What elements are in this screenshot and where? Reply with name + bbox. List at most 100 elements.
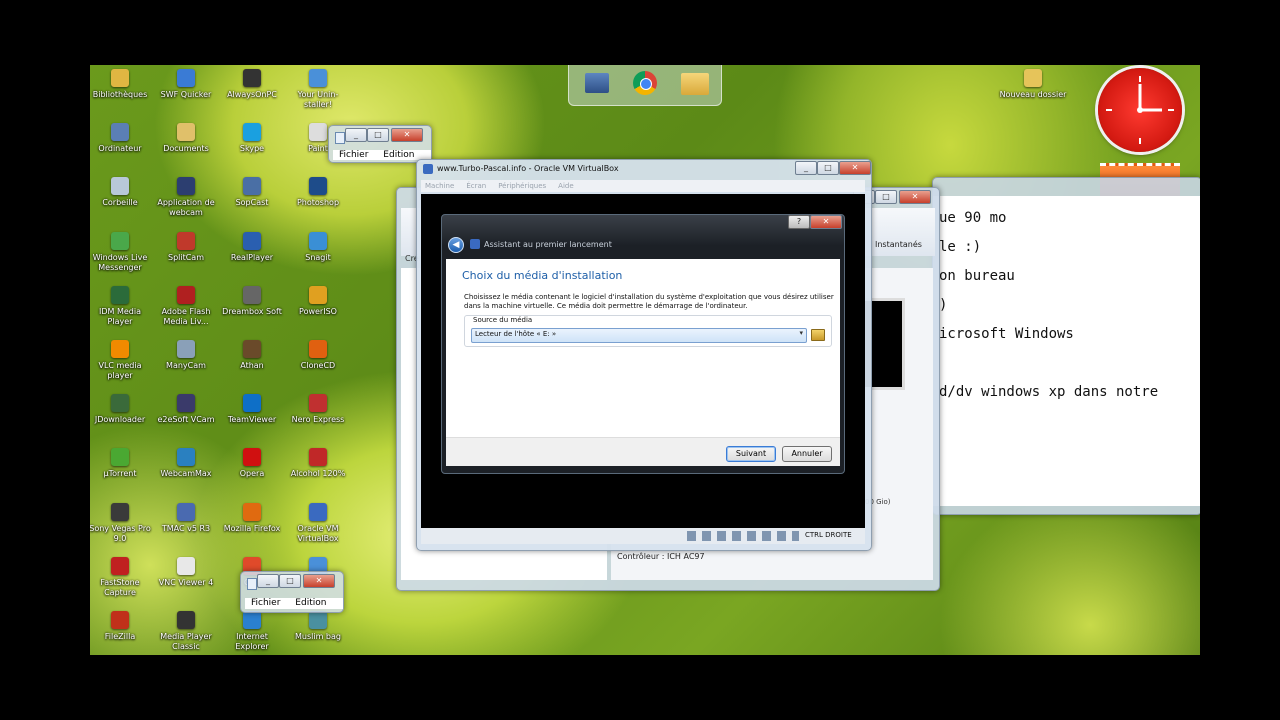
- minimize-button[interactable]: _: [257, 574, 279, 588]
- desktop-icon-label: Alcohol 120%: [290, 469, 346, 479]
- desktop-icon-label: Adobe Flash Media Liv...: [161, 306, 211, 326]
- desktop-icon[interactable]: PowerISO: [285, 285, 351, 317]
- desktop-icon[interactable]: IDM Media Player: [90, 285, 153, 327]
- desktop-icon-new-folder[interactable]: Nouveau dossier: [998, 69, 1068, 100]
- folder-icon[interactable]: [681, 73, 709, 95]
- help-button[interactable]: ?: [788, 215, 810, 229]
- desktop-icon[interactable]: JDownloader: [90, 394, 153, 425]
- snapshots-tab[interactable]: Instantanés: [875, 240, 922, 249]
- wizard-button-bar: Suivant Annuler: [446, 437, 840, 466]
- vm-window-title: www.Turbo-Pascal.info - Oracle VM Virtua…: [437, 164, 619, 173]
- app-icon: [243, 340, 261, 358]
- maximize-button[interactable]: □: [367, 128, 389, 142]
- vm-menu-item[interactable]: Aide: [558, 180, 573, 192]
- desktop-icon[interactable]: SopCast: [219, 177, 285, 208]
- desktop-icon[interactable]: Alcohol 120%: [285, 448, 351, 479]
- menu-file[interactable]: Fichier: [251, 598, 280, 609]
- desktop-icon[interactable]: Sony Vegas Pro 9.0: [90, 502, 153, 544]
- notepad-window-bottom[interactable]: _ □ ✕ Fichier Edition: [240, 571, 344, 613]
- desktop-icon[interactable]: Ordinateur: [90, 123, 153, 154]
- desktop-icon[interactable]: ManyCam: [153, 340, 219, 371]
- desktop-icon[interactable]: Media Player Classic: [153, 611, 219, 652]
- maximize-button[interactable]: □: [279, 574, 301, 588]
- desktop-icon[interactable]: FastStone Capture: [90, 556, 153, 598]
- maximize-button[interactable]: □: [875, 190, 897, 204]
- notepad-window-top[interactable]: _ □ ✕ Fichier Edition: [328, 125, 432, 163]
- desktop-icon[interactable]: SplitCam: [153, 231, 219, 263]
- app-icon: [309, 340, 327, 358]
- close-button[interactable]: ✕: [899, 190, 931, 204]
- menu-edit[interactable]: Edition: [295, 598, 326, 609]
- menu-edit[interactable]: Edition: [383, 150, 414, 160]
- app-icon: [177, 394, 195, 413]
- desktop-icon[interactable]: RealPlayer: [219, 231, 285, 263]
- desktop-icon[interactable]: WebcamMax: [153, 448, 219, 479]
- text-line: on bureau: [939, 268, 1015, 284]
- menu-file[interactable]: Fichier: [339, 150, 368, 160]
- desktop-icon[interactable]: VLC media player: [90, 340, 153, 381]
- close-button[interactable]: ✕: [303, 574, 335, 588]
- desktop-icon-label: Windows Live Messenger: [92, 252, 148, 272]
- desktop-icon[interactable]: VNC Viewer 4: [153, 556, 219, 588]
- desktop-icon-label: Athan: [240, 361, 264, 370]
- maximize-button[interactable]: □: [817, 161, 839, 175]
- notepad-menubar: Fichier Edition: [245, 598, 343, 609]
- minimize-button[interactable]: _: [345, 128, 367, 142]
- app-icon: [111, 177, 129, 196]
- desktop-icon[interactable]: Windows Live Messenger: [90, 231, 153, 273]
- vm-status-icons: [687, 531, 799, 541]
- close-button[interactable]: ✕: [839, 161, 871, 175]
- media-select[interactable]: Lecteur de l'hôte « E: » ▾: [471, 328, 807, 343]
- desktop-icon[interactable]: Muslim bag: [285, 611, 351, 642]
- desktop-icon[interactable]: Internet Explorer: [219, 611, 285, 652]
- close-button[interactable]: ✕: [391, 128, 423, 142]
- desktop-icon[interactable]: TMAC v5 R3: [153, 502, 219, 534]
- app-icon: [177, 177, 195, 196]
- desktop-icon[interactable]: Adobe Flash Media Liv...: [153, 285, 219, 327]
- back-icon[interactable]: ◀: [448, 237, 464, 253]
- desktop-icon[interactable]: Photoshop: [285, 177, 351, 208]
- app-icon: [111, 285, 129, 304]
- cancel-button[interactable]: Annuler: [782, 446, 832, 462]
- media-source-group: Source du média Lecteur de l'hôte « E: »…: [464, 315, 832, 347]
- desktop-icon[interactable]: e2eSoft VCam: [153, 394, 219, 425]
- desktop-icon[interactable]: AlwaysOnPC: [219, 69, 285, 100]
- desktop-icon[interactable]: TeamViewer: [219, 394, 285, 425]
- desktop-icon[interactable]: Application de webcam: [153, 177, 219, 218]
- browse-folder-icon[interactable]: [811, 329, 825, 341]
- desktop-icon[interactable]: Documents: [153, 123, 219, 154]
- desktop-icon-label: CloneCD: [300, 361, 336, 370]
- vm-menu-item[interactable]: Périphériques: [498, 180, 546, 192]
- desktop-icon[interactable]: SWF Quicker: [153, 69, 219, 100]
- text-line: [939, 349, 1158, 378]
- desktop-icon[interactable]: Mozilla Firefox: [219, 502, 285, 534]
- desktop-icon-label: Skype: [239, 144, 265, 154]
- text-editor-window[interactable]: ue 90 mo le :) on bureau) icrosoft Windows d…: [932, 177, 1200, 515]
- computer-icon[interactable]: [585, 73, 609, 93]
- vm-window[interactable]: www.Turbo-Pascal.info - Oracle VM Virtua…: [416, 159, 872, 551]
- desktop-icon[interactable]: Athan: [219, 340, 285, 371]
- desktop-icon[interactable]: Corbeille: [90, 177, 153, 208]
- vm-menu-item[interactable]: Machine: [425, 180, 454, 192]
- desktop-icon[interactable]: Opera: [219, 448, 285, 479]
- desktop-icon[interactable]: Your Unin-staller!: [285, 69, 351, 110]
- desktop-icon-label: Documents: [163, 144, 209, 154]
- next-button[interactable]: Suivant: [726, 446, 776, 462]
- desktop-icon[interactable]: Dreambox Soft: [219, 285, 285, 317]
- app-icon: [309, 69, 327, 87]
- desktop-icon[interactable]: Skype: [219, 123, 285, 154]
- desktop-icon[interactable]: Bibliothèques: [90, 69, 153, 100]
- clock-gadget[interactable]: [1098, 68, 1182, 152]
- vm-menu-item[interactable]: Écran: [466, 180, 486, 192]
- desktop-icon[interactable]: FileZilla: [90, 611, 153, 642]
- desktop-icon[interactable]: Oracle VM VirtualBox: [285, 502, 351, 544]
- desktop-icon[interactable]: CloneCD: [285, 340, 351, 371]
- desktop-icon[interactable]: µTorrent: [90, 448, 153, 479]
- desktop-icon[interactable]: Snagit: [285, 231, 351, 263]
- desktop-icon[interactable]: Nero Express: [285, 394, 351, 425]
- chrome-icon[interactable]: [633, 71, 657, 95]
- minimize-button[interactable]: _: [795, 161, 817, 175]
- desktop-icon-label: ManyCam: [166, 361, 206, 370]
- close-button[interactable]: ✕: [810, 215, 842, 229]
- first-run-wizard[interactable]: ◀ Assistant au premier lancement ? ✕ Cho…: [441, 214, 845, 474]
